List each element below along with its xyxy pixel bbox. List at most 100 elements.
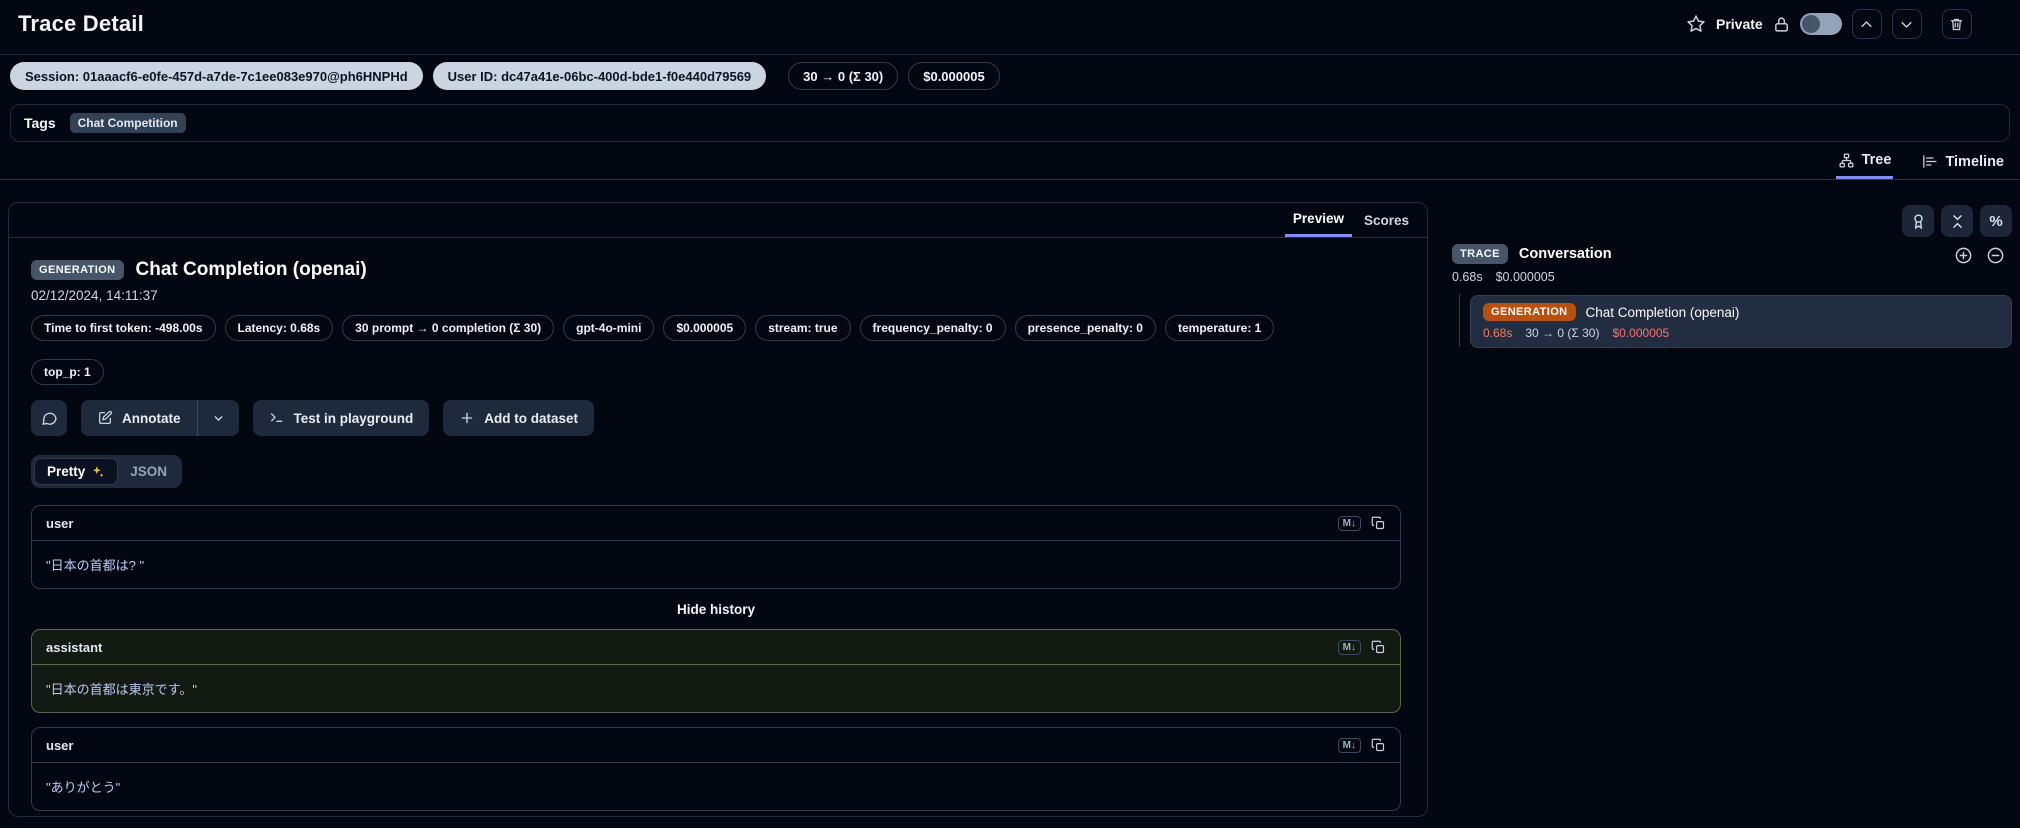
observation-panel: Preview Scores GENERATION Chat Completio…: [8, 202, 1428, 817]
message-role: user: [46, 515, 74, 531]
generation-latency: 0.68s: [1483, 326, 1513, 340]
trace-metrics: 0.68s $0.000005: [1452, 270, 1555, 284]
tab-tree-label: Tree: [1861, 152, 1892, 168]
message-block-user-2: user M↓ "ありがとう": [31, 727, 1401, 811]
generation-node-type-badge: GENERATION: [1483, 303, 1576, 321]
chevron-down-icon: [212, 412, 225, 425]
metrics-percent-button[interactable]: %: [1980, 205, 2012, 237]
page-title: Trace Detail: [18, 11, 144, 36]
tab-timeline-label: Timeline: [1945, 153, 2004, 170]
tree-connector-line: [1459, 294, 1460, 347]
comment-button[interactable]: [31, 400, 67, 436]
trace-type-badge: TRACE: [1452, 244, 1508, 264]
lock-icon: [1773, 16, 1790, 33]
markdown-toggle-icon[interactable]: M↓: [1337, 515, 1361, 531]
previous-trace-button[interactable]: [1851, 9, 1882, 39]
format-json-segment[interactable]: JSON: [118, 459, 179, 484]
message-role: user: [46, 737, 74, 753]
observation-title: Chat Completion (openai): [135, 259, 367, 280]
trace-node[interactable]: TRACE Conversation: [1452, 244, 1612, 264]
privacy-label: Private: [1716, 16, 1763, 32]
message-block-assistant: assistant M↓ "日本の首都は東京です。": [31, 629, 1401, 713]
tags-bar[interactable]: Tags Chat Competition: [10, 104, 2010, 142]
message-block-user-1: user M↓ "日本の首都は? ": [31, 505, 1401, 589]
bookmark-star-icon[interactable]: [1686, 14, 1706, 34]
generation-node[interactable]: GENERATION Chat Completion (openai) 0.68…: [1470, 295, 2012, 348]
hide-history-button[interactable]: Hide history: [31, 589, 1401, 629]
timeline-icon: [1921, 153, 1938, 170]
message-role: assistant: [46, 639, 103, 655]
annotate-pen-icon: [97, 410, 113, 426]
add-to-dataset-button[interactable]: Add to dataset: [443, 400, 595, 436]
trace-title: Conversation: [1518, 246, 1612, 262]
generation-type-badge: GENERATION: [31, 260, 124, 280]
next-trace-button[interactable]: [1891, 9, 1922, 39]
tab-preview[interactable]: Preview: [1284, 203, 1352, 237]
message-content: "日本の首都は? ": [46, 558, 145, 573]
terminal-icon: [269, 410, 285, 426]
cost-badge: $0.000005: [663, 315, 747, 341]
io-pretty-view: user M↓ "日本の首都は? " Hide history assistan…: [31, 505, 1401, 811]
tab-tree[interactable]: Tree: [1835, 144, 1894, 179]
delete-trace-button[interactable]: [1941, 9, 1972, 39]
chat-bubble-icon: [41, 410, 58, 427]
scores-award-button[interactable]: [1902, 205, 1934, 237]
pretty-label: Pretty: [47, 464, 86, 479]
annotate-label: Annotate: [122, 410, 181, 426]
annotate-button[interactable]: Annotate: [81, 400, 197, 436]
generation-cost: $0.000005: [1612, 326, 1670, 340]
annotate-split-button: Annotate: [81, 400, 239, 436]
observation-metric-badges: Time to first token: -498.00s Latency: 0…: [31, 315, 1411, 385]
tab-scores[interactable]: Scores: [1356, 203, 1417, 237]
header-divider: [0, 54, 2020, 55]
plus-icon: [459, 410, 475, 426]
tree-icon: [1838, 152, 1855, 169]
add-to-dataset-label: Add to dataset: [484, 410, 579, 426]
trace-cost: $0.000005: [1495, 270, 1555, 284]
temperature-badge: temperature: 1: [1164, 315, 1275, 341]
trace-detail-page: Trace Detail Private Session: 01aaacf6-e…: [0, 0, 2020, 828]
tag-chip[interactable]: Chat Competition: [69, 113, 186, 133]
presence-penalty-badge: presence_penalty: 0: [1014, 315, 1156, 341]
observation-actions: Annotate Test in playground Add to datas…: [31, 400, 1405, 436]
tree-pane-actions: %: [1902, 205, 2012, 237]
model-badge[interactable]: gpt-4o-mini: [563, 315, 655, 341]
expand-all-icon[interactable]: [1954, 246, 1973, 265]
markdown-toggle-icon[interactable]: M↓: [1337, 639, 1361, 655]
tags-label: Tags: [24, 115, 56, 131]
test-in-playground-label: Test in playground: [293, 410, 414, 426]
privacy-toggle[interactable]: [1799, 13, 1842, 35]
observation-timestamp: 02/12/2024, 14:11:37: [31, 288, 158, 303]
generation-node-title: Chat Completion (openai): [1585, 304, 1740, 320]
toggle-knob: [1801, 15, 1820, 33]
user-id-badge[interactable]: User ID: dc47a41e-06bc-400d-bde1-f0e440d…: [432, 62, 767, 90]
copy-icon[interactable]: [1371, 516, 1386, 531]
format-pretty-segment[interactable]: Pretty: [34, 458, 119, 485]
annotate-dropdown-button[interactable]: [197, 400, 239, 436]
view-tabs-row: Tree Timeline: [0, 144, 2020, 180]
format-toggle: Pretty JSON: [31, 455, 183, 488]
collapse-icon[interactable]: [1986, 246, 2005, 265]
message-content: "ありがとう": [46, 780, 121, 795]
tab-timeline[interactable]: Timeline: [1919, 144, 2006, 179]
test-in-playground-button[interactable]: Test in playground: [252, 400, 430, 436]
copy-icon[interactable]: [1371, 640, 1386, 655]
top-p-badge: top_p: 1: [31, 359, 104, 385]
session-badge[interactable]: Session: 01aaacf6-e0fe-457d-a7de-7c1ee08…: [10, 62, 423, 90]
stream-badge: stream: true: [755, 315, 851, 341]
collapse-all-button[interactable]: [1941, 205, 1973, 237]
generation-tokens: 30 → 0 (Σ 30): [1525, 326, 1600, 340]
copy-icon[interactable]: [1371, 738, 1386, 753]
panel-tabs: Preview Scores: [9, 203, 1427, 238]
latency-badge: Latency: 0.68s: [224, 315, 334, 341]
markdown-toggle-icon[interactable]: M↓: [1337, 737, 1361, 753]
total-cost-badge: $0.000005: [908, 62, 1000, 90]
time-to-first-token-badge: Time to first token: -498.00s: [31, 315, 216, 341]
frequency-penalty-badge: frequency_penalty: 0: [859, 315, 1006, 341]
token-breakdown-badge: 30 prompt → 0 completion (Σ 30): [342, 315, 555, 341]
sparkles-icon: [91, 465, 105, 479]
trace-latency: 0.68s: [1452, 270, 1483, 284]
tree-expand-controls: [1954, 246, 2005, 265]
trace-meta-badges: Session: 01aaacf6-e0fe-457d-a7de-7c1ee08…: [10, 62, 1000, 90]
header-actions: Private: [1686, 9, 1972, 39]
